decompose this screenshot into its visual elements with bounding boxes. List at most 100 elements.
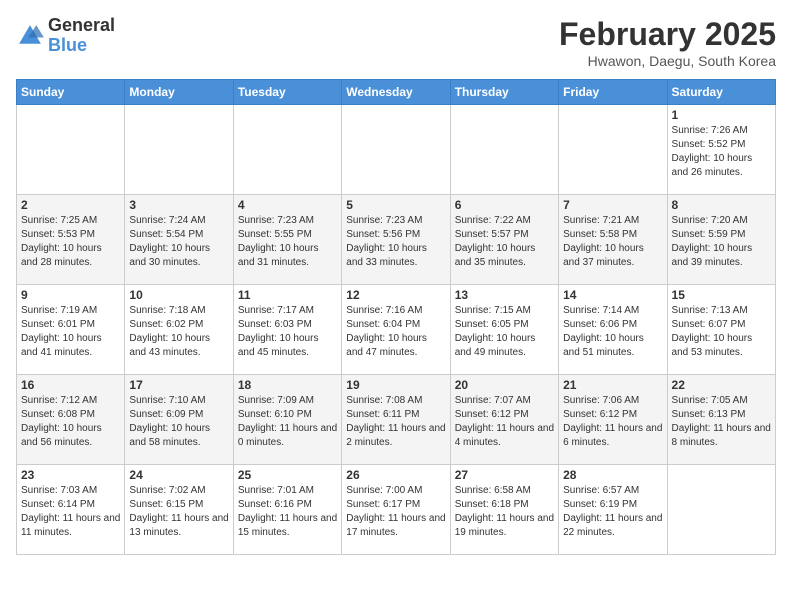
day-info: Sunrise: 7:26 AM Sunset: 5:52 PM Dayligh… — [672, 124, 771, 180]
day-number: 4 — [238, 198, 337, 212]
day-number: 2 — [21, 198, 120, 212]
day-number: 16 — [21, 378, 120, 392]
day-number: 9 — [21, 288, 120, 302]
day-info: Sunrise: 6:57 AM Sunset: 6:19 PM Dayligh… — [563, 484, 662, 540]
calendar-week-row: 23 Sunrise: 7:03 AM Sunset: 6:14 PM Dayli… — [17, 465, 776, 555]
day-info: Sunrise: 7:02 AM Sunset: 6:15 PM Dayligh… — [129, 484, 228, 540]
calendar-cell: 5Sunrise: 7:23 AM Sunset: 5:56 PM Daylig… — [342, 195, 450, 285]
day-number: 21 — [563, 378, 662, 392]
calendar-cell — [125, 105, 233, 195]
day-info: Sunrise: 7:25 AM Sunset: 5:53 PM Dayligh… — [21, 214, 120, 270]
calendar-cell: 14 Sunrise: 7:14 AM Sunset: 6:06 PM Dayli… — [559, 285, 667, 375]
day-number: 10 — [129, 288, 228, 302]
calendar-cell: 23 Sunrise: 7:03 AM Sunset: 6:14 PM Dayli… — [17, 465, 125, 555]
day-info: Sunrise: 7:18 AM Sunset: 6:02 PM Dayligh… — [129, 304, 228, 360]
day-number: 19 — [346, 378, 445, 392]
calendar-week-row: 9 Sunrise: 7:19 AM Sunset: 6:01 PM Daylig… — [17, 285, 776, 375]
day-number: 20 — [455, 378, 554, 392]
calendar-cell: 15 Sunrise: 7:13 AM Sunset: 6:07 PM Dayli… — [667, 285, 775, 375]
calendar-day-header: Saturday — [667, 80, 775, 105]
calendar-cell: 27 Sunrise: 6:58 AM Sunset: 6:18 PM Dayli… — [450, 465, 558, 555]
calendar-cell: 10 Sunrise: 7:18 AM Sunset: 6:02 PM Dayli… — [125, 285, 233, 375]
day-info: Sunrise: 7:12 AM Sunset: 6:08 PM Dayligh… — [21, 394, 120, 450]
day-info: Sunrise: 7:00 AM Sunset: 6:17 PM Dayligh… — [346, 484, 445, 540]
calendar-cell: 24 Sunrise: 7:02 AM Sunset: 6:15 PM Dayli… — [125, 465, 233, 555]
calendar-day-header: Tuesday — [233, 80, 341, 105]
month-title: February 2025 — [559, 16, 776, 53]
day-info: Sunrise: 7:13 AM Sunset: 6:07 PM Dayligh… — [672, 304, 771, 360]
day-info: Sunrise: 7:07 AM Sunset: 6:12 PM Dayligh… — [455, 394, 554, 450]
day-info: Sunrise: 7:17 AM Sunset: 6:03 PM Dayligh… — [238, 304, 337, 360]
day-info: Sunrise: 7:08 AM Sunset: 6:11 PM Dayligh… — [346, 394, 445, 450]
day-number: 8 — [672, 198, 771, 212]
calendar-cell: 1 Sunrise: 7:26 AM Sunset: 5:52 PM Daylig… — [667, 105, 775, 195]
day-info: Sunrise: 7:14 AM Sunset: 6:06 PM Dayligh… — [563, 304, 662, 360]
calendar-cell: 26 Sunrise: 7:00 AM Sunset: 6:17 PM Dayli… — [342, 465, 450, 555]
day-number: 17 — [129, 378, 228, 392]
location-subtitle: Hwawon, Daegu, South Korea — [559, 53, 776, 69]
day-info: Sunrise: 7:15 AM Sunset: 6:05 PM Dayligh… — [455, 304, 554, 360]
day-info: Sunrise: 7:05 AM Sunset: 6:13 PM Dayligh… — [672, 394, 771, 450]
calendar-cell — [342, 105, 450, 195]
day-number: 26 — [346, 468, 445, 482]
page-header: General Blue February 2025 Hwawon, Daegu… — [16, 16, 776, 69]
calendar-cell: 11 Sunrise: 7:17 AM Sunset: 6:03 PM Dayli… — [233, 285, 341, 375]
day-number: 23 — [21, 468, 120, 482]
day-number: 13 — [455, 288, 554, 302]
logo-general-text: General — [48, 16, 115, 36]
day-number: 18 — [238, 378, 337, 392]
day-number: 1 — [672, 108, 771, 122]
calendar-cell: 9 Sunrise: 7:19 AM Sunset: 6:01 PM Daylig… — [17, 285, 125, 375]
day-info: Sunrise: 7:24 AM Sunset: 5:54 PM Dayligh… — [129, 214, 228, 270]
day-info: Sunrise: 7:23 AM Sunset: 5:56 PM Dayligh… — [346, 214, 445, 270]
calendar-cell: 3 Sunrise: 7:24 AM Sunset: 5:54 PM Daylig… — [125, 195, 233, 285]
day-number: 27 — [455, 468, 554, 482]
calendar-cell: 8 Sunrise: 7:20 AM Sunset: 5:59 PM Daylig… — [667, 195, 775, 285]
calendar-cell: 2 Sunrise: 7:25 AM Sunset: 5:53 PM Daylig… — [17, 195, 125, 285]
calendar-cell: 4Sunrise: 7:23 AM Sunset: 5:55 PM Daylig… — [233, 195, 341, 285]
calendar-header-row: SundayMondayTuesdayWednesdayThursdayFrid… — [17, 80, 776, 105]
day-info: Sunrise: 7:03 AM Sunset: 6:14 PM Dayligh… — [21, 484, 120, 540]
day-number: 24 — [129, 468, 228, 482]
day-number: 3 — [129, 198, 228, 212]
day-number: 25 — [238, 468, 337, 482]
day-number: 11 — [238, 288, 337, 302]
day-number: 6 — [455, 198, 554, 212]
calendar-cell — [559, 105, 667, 195]
calendar-cell: 22 Sunrise: 7:05 AM Sunset: 6:13 PM Dayli… — [667, 375, 775, 465]
calendar-cell: 17Sunrise: 7:10 AM Sunset: 6:09 PM Dayli… — [125, 375, 233, 465]
calendar-day-header: Sunday — [17, 80, 125, 105]
calendar-cell: 16 Sunrise: 7:12 AM Sunset: 6:08 PM Dayli… — [17, 375, 125, 465]
calendar-cell: 7Sunrise: 7:21 AM Sunset: 5:58 PM Daylig… — [559, 195, 667, 285]
day-info: Sunrise: 7:01 AM Sunset: 6:16 PM Dayligh… — [238, 484, 337, 540]
calendar-day-header: Thursday — [450, 80, 558, 105]
day-info: Sunrise: 6:58 AM Sunset: 6:18 PM Dayligh… — [455, 484, 554, 540]
calendar-week-row: 2 Sunrise: 7:25 AM Sunset: 5:53 PM Daylig… — [17, 195, 776, 285]
day-number: 22 — [672, 378, 771, 392]
calendar-cell: 13 Sunrise: 7:15 AM Sunset: 6:05 PM Dayli… — [450, 285, 558, 375]
calendar-cell: 18 Sunrise: 7:09 AM Sunset: 6:10 PM Dayli… — [233, 375, 341, 465]
calendar-cell: 21 Sunrise: 7:06 AM Sunset: 6:12 PM Dayli… — [559, 375, 667, 465]
calendar-cell: 19 Sunrise: 7:08 AM Sunset: 6:11 PM Dayli… — [342, 375, 450, 465]
calendar-day-header: Wednesday — [342, 80, 450, 105]
day-info: Sunrise: 7:20 AM Sunset: 5:59 PM Dayligh… — [672, 214, 771, 270]
day-number: 12 — [346, 288, 445, 302]
day-number: 28 — [563, 468, 662, 482]
day-info: Sunrise: 7:19 AM Sunset: 6:01 PM Dayligh… — [21, 304, 120, 360]
calendar-cell — [233, 105, 341, 195]
calendar-day-header: Friday — [559, 80, 667, 105]
day-info: Sunrise: 7:21 AM Sunset: 5:58 PM Dayligh… — [563, 214, 662, 270]
logo-blue-text: Blue — [48, 36, 115, 56]
calendar-cell: 28 Sunrise: 6:57 AM Sunset: 6:19 PM Dayli… — [559, 465, 667, 555]
title-block: February 2025 Hwawon, Daegu, South Korea — [559, 16, 776, 69]
calendar-cell: 6Sunrise: 7:22 AM Sunset: 5:57 PM Daylig… — [450, 195, 558, 285]
day-info: Sunrise: 7:06 AM Sunset: 6:12 PM Dayligh… — [563, 394, 662, 450]
day-number: 14 — [563, 288, 662, 302]
calendar-cell — [667, 465, 775, 555]
day-number: 15 — [672, 288, 771, 302]
calendar-cell: 25 Sunrise: 7:01 AM Sunset: 6:16 PM Dayli… — [233, 465, 341, 555]
day-info: Sunrise: 7:09 AM Sunset: 6:10 PM Dayligh… — [238, 394, 337, 450]
calendar-week-row: 16 Sunrise: 7:12 AM Sunset: 6:08 PM Dayli… — [17, 375, 776, 465]
calendar-table: SundayMondayTuesdayWednesdayThursdayFrid… — [16, 79, 776, 555]
calendar-cell — [450, 105, 558, 195]
